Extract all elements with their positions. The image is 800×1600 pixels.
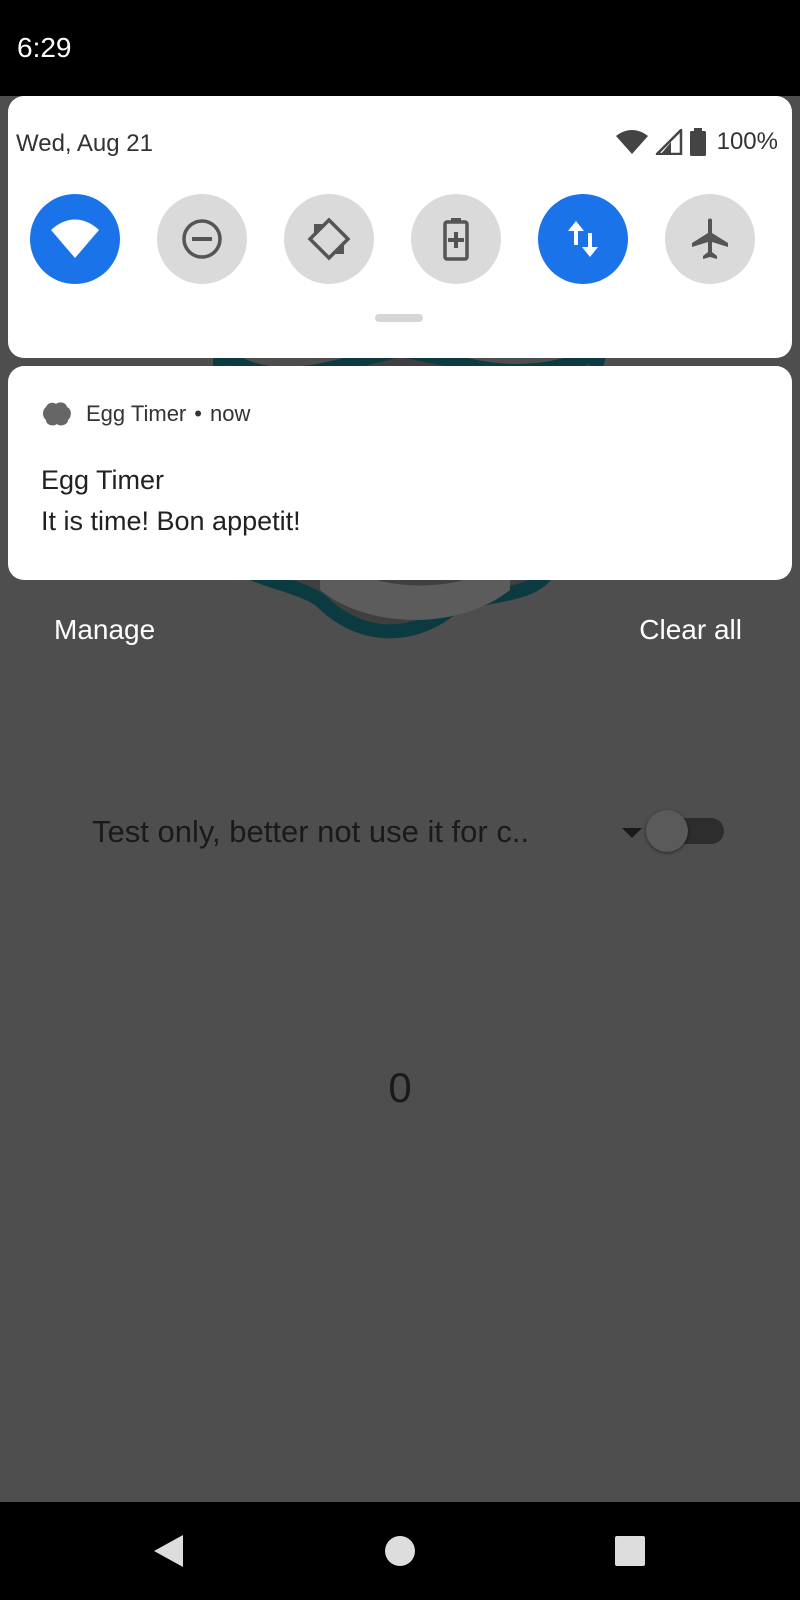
home-button[interactable]: [360, 1502, 440, 1600]
notification-text: It is time! Bon appetit!: [41, 506, 301, 536]
egg-type-spinner[interactable]: Test only, better not use it for c..: [92, 808, 724, 858]
status-bar: 6:29: [0, 0, 800, 96]
battery-saver-tile[interactable]: [411, 194, 501, 284]
notification-card[interactable]: Egg Timer • now Egg Timer It is time! Bo…: [8, 366, 792, 580]
quick-settings-panel: Wed, Aug 21 100%: [8, 96, 792, 358]
auto-rotate-icon: [307, 217, 351, 261]
cell-signal-icon: [655, 129, 682, 155]
battery-icon: [689, 128, 706, 156]
mobile-data-tile[interactable]: [538, 194, 628, 284]
battery-saver-icon: [443, 218, 469, 261]
home-icon: [385, 1536, 415, 1566]
wifi-tile[interactable]: [30, 194, 120, 284]
notification-separator: •: [194, 401, 202, 426]
mobile-data-icon: [568, 221, 598, 257]
qs-expand-handle[interactable]: [375, 314, 423, 322]
clear-all-button[interactable]: Clear all: [639, 614, 742, 646]
back-button[interactable]: [128, 1502, 208, 1600]
do-not-disturb-icon: [182, 219, 222, 259]
wifi-signal-icon: [615, 130, 648, 154]
navigation-bar: [0, 1502, 800, 1600]
battery-percent: 100%: [716, 128, 778, 155]
auto-rotate-tile[interactable]: [284, 194, 374, 284]
dropdown-arrow-icon: [622, 828, 642, 838]
notification-app-name: Egg Timer: [86, 401, 187, 426]
status-clock: 6:29: [17, 32, 72, 63]
wifi-icon: [51, 219, 99, 258]
recents-button[interactable]: [590, 1502, 670, 1600]
recents-icon: [615, 1536, 645, 1566]
egg-app-icon: [43, 402, 71, 426]
back-icon: [154, 1535, 183, 1567]
timer-switch-thumb[interactable]: [646, 810, 688, 852]
do-not-disturb-tile[interactable]: [157, 194, 247, 284]
airplane-icon: [692, 218, 728, 259]
notification-title: Egg Timer: [41, 465, 165, 495]
notification-time: now: [209, 401, 251, 426]
qs-status-icons: 100%: [615, 126, 778, 158]
spinner-selected-text: Test only, better not use it for c..: [92, 814, 530, 849]
airplane-mode-tile[interactable]: [665, 194, 755, 284]
manage-button[interactable]: Manage: [54, 614, 155, 646]
qs-date[interactable]: Wed, Aug 21: [16, 130, 153, 158]
timer-value: 0: [388, 1064, 412, 1111]
notification-header: Egg Timer • now: [42, 398, 250, 430]
